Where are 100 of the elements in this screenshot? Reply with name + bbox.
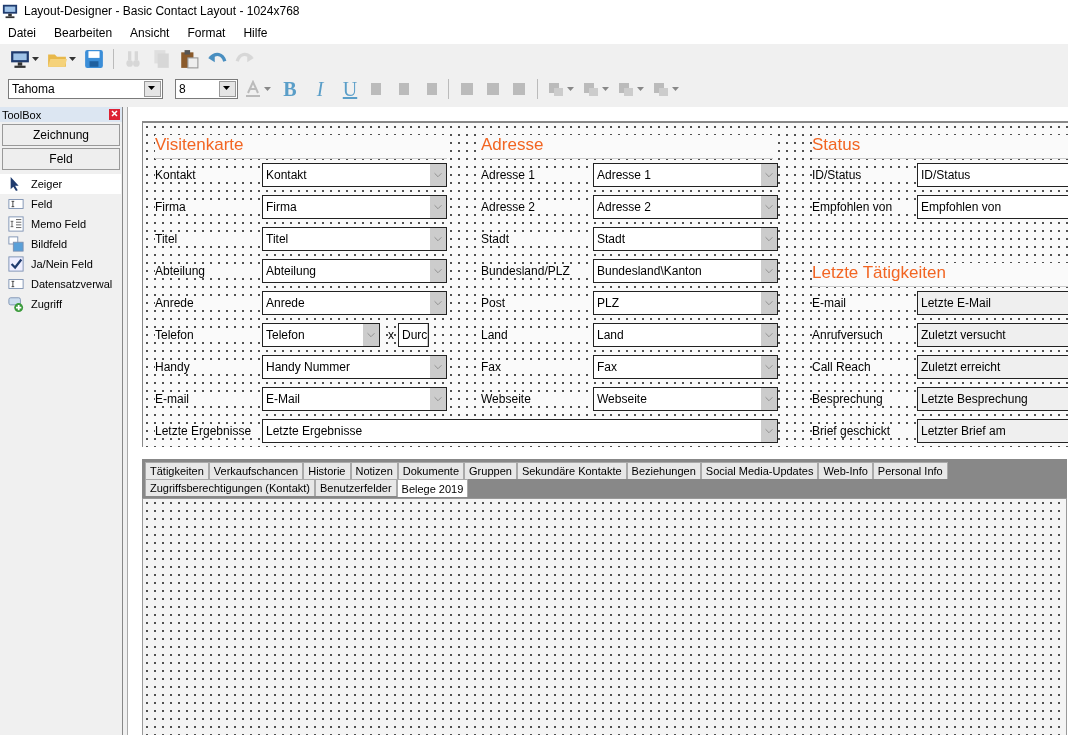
combo-box[interactable]: Adresse 2	[593, 195, 778, 219]
section-heading: Letzte Tätigkeiten	[812, 263, 1068, 287]
combo-box[interactable]: Durc	[398, 323, 429, 347]
toolbox-item[interactable]: Bildfeld	[0, 234, 121, 254]
window-title: Layout-Designer - Basic Contact Layout - 1024x768	[24, 4, 300, 18]
menu-item[interactable]: Bearbeiten	[54, 24, 122, 42]
combo-box[interactable]: Bundesland\Kanton	[593, 259, 778, 283]
combo-box[interactable]: Anrede	[262, 291, 447, 315]
text-field[interactable]: Zuletzt versucht	[917, 323, 1068, 347]
dropdown[interactable]: 8	[175, 79, 238, 99]
chevron-down-icon	[363, 324, 379, 346]
chevron-down-icon	[430, 356, 446, 378]
text-field[interactable]: Empfohlen von	[917, 195, 1068, 219]
chevron-down-icon	[430, 292, 446, 314]
combo-box[interactable]: Titel	[262, 227, 447, 251]
tab[interactable]: Personal Info	[872, 462, 948, 479]
tab[interactable]: Dokumente	[397, 462, 465, 479]
combo-box[interactable]: Kontakt	[262, 163, 447, 187]
toolbox-item[interactable]: Memo Feld	[0, 214, 121, 234]
caret-icon	[672, 86, 679, 92]
overlapping-squares-icon	[652, 80, 670, 98]
chevron-down-icon	[761, 164, 777, 186]
caret-icon	[567, 86, 574, 92]
caret-icon	[32, 56, 39, 62]
panel-title: ToolBox	[2, 108, 42, 121]
chevron-down-icon	[761, 196, 777, 218]
combo-box[interactable]: Abteilung	[262, 259, 447, 283]
save-button[interactable]	[82, 47, 106, 71]
toolbox-item[interactable]: Feld	[0, 194, 121, 214]
caret-icon	[144, 81, 161, 97]
tab[interactable]: Web-Info	[818, 462, 873, 479]
chevron-down-icon	[761, 420, 777, 442]
caret-icon	[264, 86, 271, 92]
monitor-icon	[10, 49, 30, 69]
save-icon	[84, 49, 104, 69]
field-label: Besprechung	[812, 392, 917, 406]
section-heading: Status	[812, 135, 1068, 159]
section-heading: Visitenkarte	[155, 135, 447, 159]
tab[interactable]: Beziehungen	[626, 462, 701, 479]
section-heading: Adresse	[481, 135, 773, 159]
toolbox-item[interactable]: Datensatzverwal	[0, 274, 121, 294]
field-label: Telefon	[155, 328, 262, 342]
combo-box[interactable]: E-Mail	[262, 387, 447, 411]
chevron-down-icon	[430, 196, 446, 218]
dropdown[interactable]: Tahoma	[8, 79, 163, 99]
toolbox-group[interactable]: Feld	[2, 148, 120, 170]
monitor-icon	[2, 3, 18, 19]
menu-item[interactable]: Format	[187, 24, 235, 42]
caret-icon	[602, 86, 609, 92]
chevron-down-icon	[430, 164, 446, 186]
combo-box[interactable]: Letzte Ergebnisse	[262, 419, 778, 443]
combo-box[interactable]: Telefon	[262, 323, 380, 347]
menu-item[interactable]: Datei	[8, 24, 45, 42]
tab[interactable]: Tätigkeiten	[145, 462, 209, 479]
text-field[interactable]: Letzte Besprechung	[917, 387, 1068, 411]
toolbox-item[interactable]: Ja/Nein Feld	[0, 254, 121, 274]
tab[interactable]: Belege 2019	[396, 479, 469, 497]
combo-box[interactable]: Firma	[262, 195, 447, 219]
toolbox-group[interactable]: Zeichnung	[2, 124, 120, 146]
field-label: Abteilung	[155, 264, 262, 278]
combo-box[interactable]: Land	[593, 323, 778, 347]
field-label: E-mail	[812, 296, 917, 310]
text-field[interactable]: Letzte E-Mail	[917, 291, 1068, 315]
tab[interactable]: Benutzerfelder	[315, 479, 397, 496]
overlapping-squares-icon	[617, 80, 635, 98]
field-label: Titel	[155, 232, 262, 246]
overlapping-squares-icon	[582, 80, 600, 98]
text-field-icon	[8, 196, 24, 212]
close-icon[interactable]	[109, 109, 120, 120]
caret-icon	[637, 86, 644, 92]
toolbox-item[interactable]: Zeiger	[0, 174, 121, 194]
field-label: Empfohlen von	[812, 200, 917, 214]
combo-box[interactable]: Adresse 1	[593, 163, 778, 187]
tab[interactable]: Verkaufschancen	[208, 462, 304, 479]
combo-box[interactable]: Fax	[593, 355, 778, 379]
chevron-down-icon	[761, 228, 777, 250]
combo-box[interactable]: PLZ	[593, 291, 778, 315]
font-color-icon	[244, 80, 262, 98]
tab[interactable]: Sekundäre Kontakte	[516, 462, 627, 479]
field-label: Anrede	[155, 296, 262, 310]
text-field[interactable]: ID/Status	[917, 163, 1068, 187]
menu-item[interactable]: Hilfe	[243, 24, 277, 42]
add-field-icon	[8, 296, 24, 312]
overlapping-squares-icon	[547, 80, 565, 98]
tab[interactable]: Gruppen	[464, 462, 517, 479]
combo-box[interactable]: Webseite	[593, 387, 778, 411]
field-label: Firma	[155, 200, 262, 214]
checkbox-icon	[8, 256, 24, 272]
menu-item[interactable]: Ansicht	[130, 24, 179, 42]
tab[interactable]: Zugriffsberechtigungen (Kontakt)	[145, 479, 315, 496]
text-field[interactable]: Zuletzt erreicht	[917, 355, 1068, 379]
tab[interactable]: Historie	[303, 462, 351, 479]
field-label: Anrufversuch	[812, 328, 917, 342]
caret-icon	[219, 81, 236, 97]
combo-box[interactable]: Handy Nummer	[262, 355, 447, 379]
text-field[interactable]: Letzter Brief am	[917, 419, 1068, 443]
tab[interactable]: Social Media-Updates	[700, 462, 819, 479]
combo-box[interactable]: Stadt	[593, 227, 778, 251]
toolbox-item[interactable]: Zugriff	[0, 294, 121, 314]
tab[interactable]: Notizen	[350, 462, 398, 479]
